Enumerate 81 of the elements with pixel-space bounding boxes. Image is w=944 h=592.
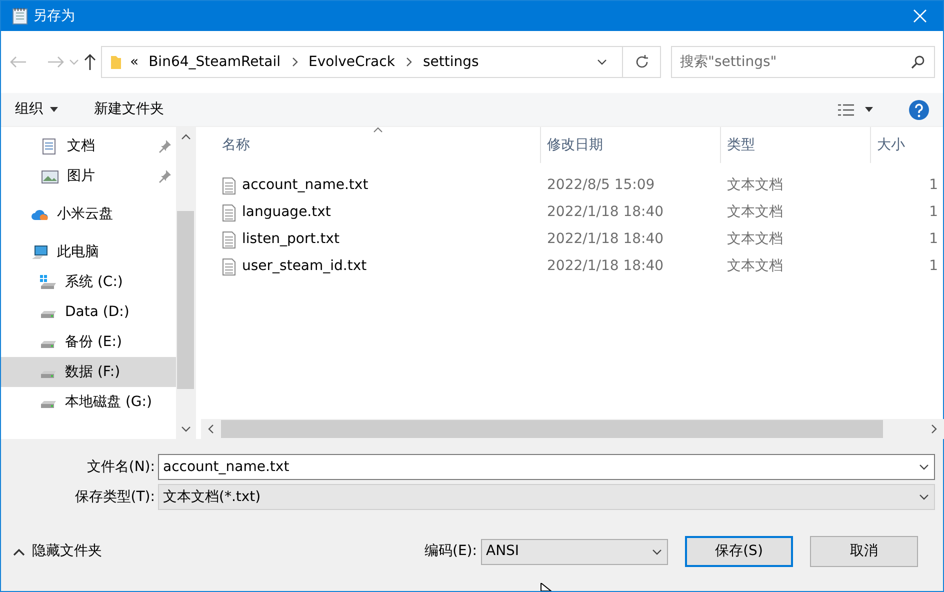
scrollbar-thumb[interactable] xyxy=(177,211,194,389)
sidebar-item[interactable]: 小米云盘 xyxy=(1,199,176,229)
scrollbar-thumb[interactable] xyxy=(221,420,883,438)
sidebar-item[interactable]: 系统 (C:) xyxy=(1,267,176,297)
sidebar-item[interactable]: 此电脑 xyxy=(1,237,176,267)
scroll-left-icon[interactable] xyxy=(207,424,215,434)
file-name-cell[interactable]: language.txt xyxy=(201,202,541,223)
sidebar-item[interactable]: 本地磁盘 (G:) xyxy=(1,387,176,417)
drive-icon xyxy=(39,369,57,379)
close-icon[interactable] xyxy=(913,9,927,23)
folder-icon xyxy=(110,54,122,70)
dropdown-icon[interactable] xyxy=(596,58,608,66)
search-icon xyxy=(911,55,925,69)
chevron-up-icon xyxy=(13,548,25,556)
drive-icon xyxy=(39,309,57,319)
column-header[interactable]: 大小 xyxy=(871,127,944,163)
column-header[interactable]: 名称 xyxy=(201,127,541,163)
size-cell-text: 1 xyxy=(928,203,939,222)
file-name-field[interactable]: account_name.txt xyxy=(158,454,935,480)
breadcrumb[interactable]: Bin64_SteamRetail xyxy=(148,52,281,72)
sidebar-item[interactable]: 备份 (E:) xyxy=(1,327,176,357)
organize-menu[interactable]: 组织 xyxy=(15,99,58,120)
sidebar-item[interactable]: 数据 (F:) xyxy=(1,357,176,387)
new-folder-button[interactable]: 新建文件夹 xyxy=(94,99,164,120)
drive-icon xyxy=(39,274,57,290)
scroll-up-icon[interactable] xyxy=(180,133,190,141)
dropdown-icon xyxy=(918,463,930,471)
caret-icon xyxy=(50,107,58,112)
address-bar[interactable]: « Bin64_SteamRetail EvolveCrack settings xyxy=(101,46,661,78)
dropdown-icon xyxy=(651,548,663,556)
picture-icon xyxy=(41,168,59,184)
size-cell-text: 1 xyxy=(928,257,939,276)
window-title: 另存为 xyxy=(33,6,75,26)
column-header[interactable]: 修改日期 xyxy=(541,127,721,163)
type-cell-text: 文本文档 xyxy=(726,203,784,222)
sidebar-item[interactable]: 图片 xyxy=(1,161,176,191)
column-header[interactable]: 类型 xyxy=(721,127,871,163)
breadcrumb[interactable]: settings xyxy=(422,52,479,72)
type-cell-text: 文本文档 xyxy=(726,230,784,249)
encoding-label: 编码(E): xyxy=(424,542,477,561)
type-cell-text: 文本文档 xyxy=(726,257,784,276)
file-name-cell[interactable]: listen_port.txt xyxy=(201,229,541,250)
text-file-icon xyxy=(222,258,236,276)
view-options-icon[interactable] xyxy=(837,102,855,116)
refresh-icon xyxy=(634,54,650,70)
text-file-icon xyxy=(222,204,236,222)
computer-icon xyxy=(31,244,49,260)
date-cell-text: 2022/1/18 18:40 xyxy=(546,257,665,276)
sidebar-item[interactable]: Data (D:) xyxy=(1,297,176,327)
file-name-label: 文件名(N): xyxy=(86,458,156,476)
up-arrow-icon[interactable] xyxy=(83,53,97,71)
search-field[interactable]: 搜索"settings" xyxy=(671,46,935,78)
text-file-icon xyxy=(222,230,236,248)
hide-folders-toggle[interactable]: 隐藏文件夹 xyxy=(13,541,102,562)
chevron-right-icon xyxy=(290,57,299,67)
size-cell-text: 1 xyxy=(928,176,939,195)
caret-icon[interactable] xyxy=(865,107,873,112)
type-cell-text: 文本文档 xyxy=(726,176,784,195)
file-name-cell[interactable]: user_steam_id.txt xyxy=(201,256,541,277)
file-name-cell[interactable]: account_name.txt xyxy=(201,175,541,196)
scroll-down-icon[interactable] xyxy=(180,425,190,433)
sidebar-item[interactable]: 文档 xyxy=(1,131,176,161)
date-cell-text: 2022/8/5 15:09 xyxy=(546,176,656,195)
scroll-right-icon[interactable] xyxy=(930,424,938,434)
encoding-dropdown[interactable]: ANSI xyxy=(481,538,668,564)
text-file-icon xyxy=(222,176,236,194)
chevron-right-icon xyxy=(404,57,413,67)
file-type-field[interactable]: 文本文档(*.txt) xyxy=(158,484,935,510)
file-type-label: 保存类型(T): xyxy=(74,488,156,506)
notepad-icon xyxy=(12,7,28,25)
cancel-button[interactable]: 取消 xyxy=(810,536,918,567)
breadcrumb[interactable]: EvolveCrack xyxy=(308,52,395,72)
dropdown-icon xyxy=(918,493,930,501)
drive-icon xyxy=(39,399,57,409)
drive-icon xyxy=(39,339,57,349)
help-icon[interactable] xyxy=(909,100,929,120)
size-cell-text: 1 xyxy=(928,230,939,249)
overflow-chevron[interactable]: « xyxy=(130,52,139,72)
date-cell-text: 2022/1/18 18:40 xyxy=(546,230,665,249)
save-button[interactable]: 保存(S) xyxy=(685,536,793,567)
date-cell-text: 2022/1/18 18:40 xyxy=(546,203,665,222)
